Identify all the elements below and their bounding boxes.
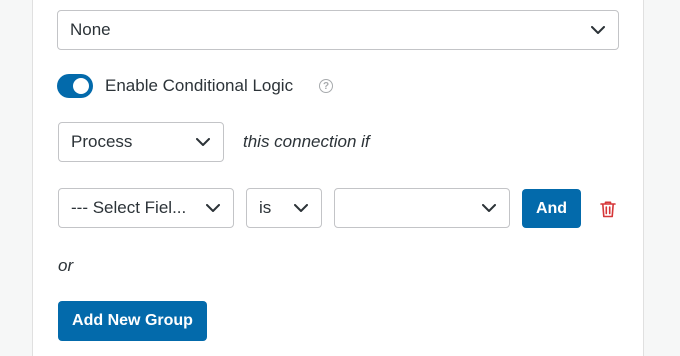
connection-select[interactable]: None [57, 10, 619, 50]
chevron-down-icon [203, 198, 223, 218]
field-select[interactable]: --- Select Fiel... [58, 188, 234, 228]
chevron-down-icon [193, 132, 213, 152]
and-button[interactable]: And [522, 189, 581, 228]
add-new-group-button[interactable]: Add New Group [58, 301, 207, 341]
or-label: or [58, 256, 74, 275]
toggle-knob [73, 78, 89, 94]
connection-if-text: this connection if [243, 132, 370, 151]
field-select-value: --- Select Fiel... [71, 198, 187, 217]
value-select[interactable] [334, 188, 510, 228]
conditional-logic-toggle[interactable] [57, 74, 93, 98]
chevron-down-icon [479, 198, 499, 218]
action-select[interactable]: Process [58, 122, 224, 162]
operator-select-value: is [259, 198, 272, 217]
operator-select[interactable]: is [246, 188, 322, 228]
conditional-logic-label: Enable Conditional Logic [105, 76, 294, 95]
trash-icon[interactable] [599, 200, 617, 218]
chevron-down-icon [291, 198, 311, 218]
help-icon[interactable]: ? [319, 79, 333, 93]
connection-select-value: None [70, 20, 111, 39]
action-select-value: Process [71, 132, 133, 151]
chevron-down-icon [588, 20, 608, 40]
